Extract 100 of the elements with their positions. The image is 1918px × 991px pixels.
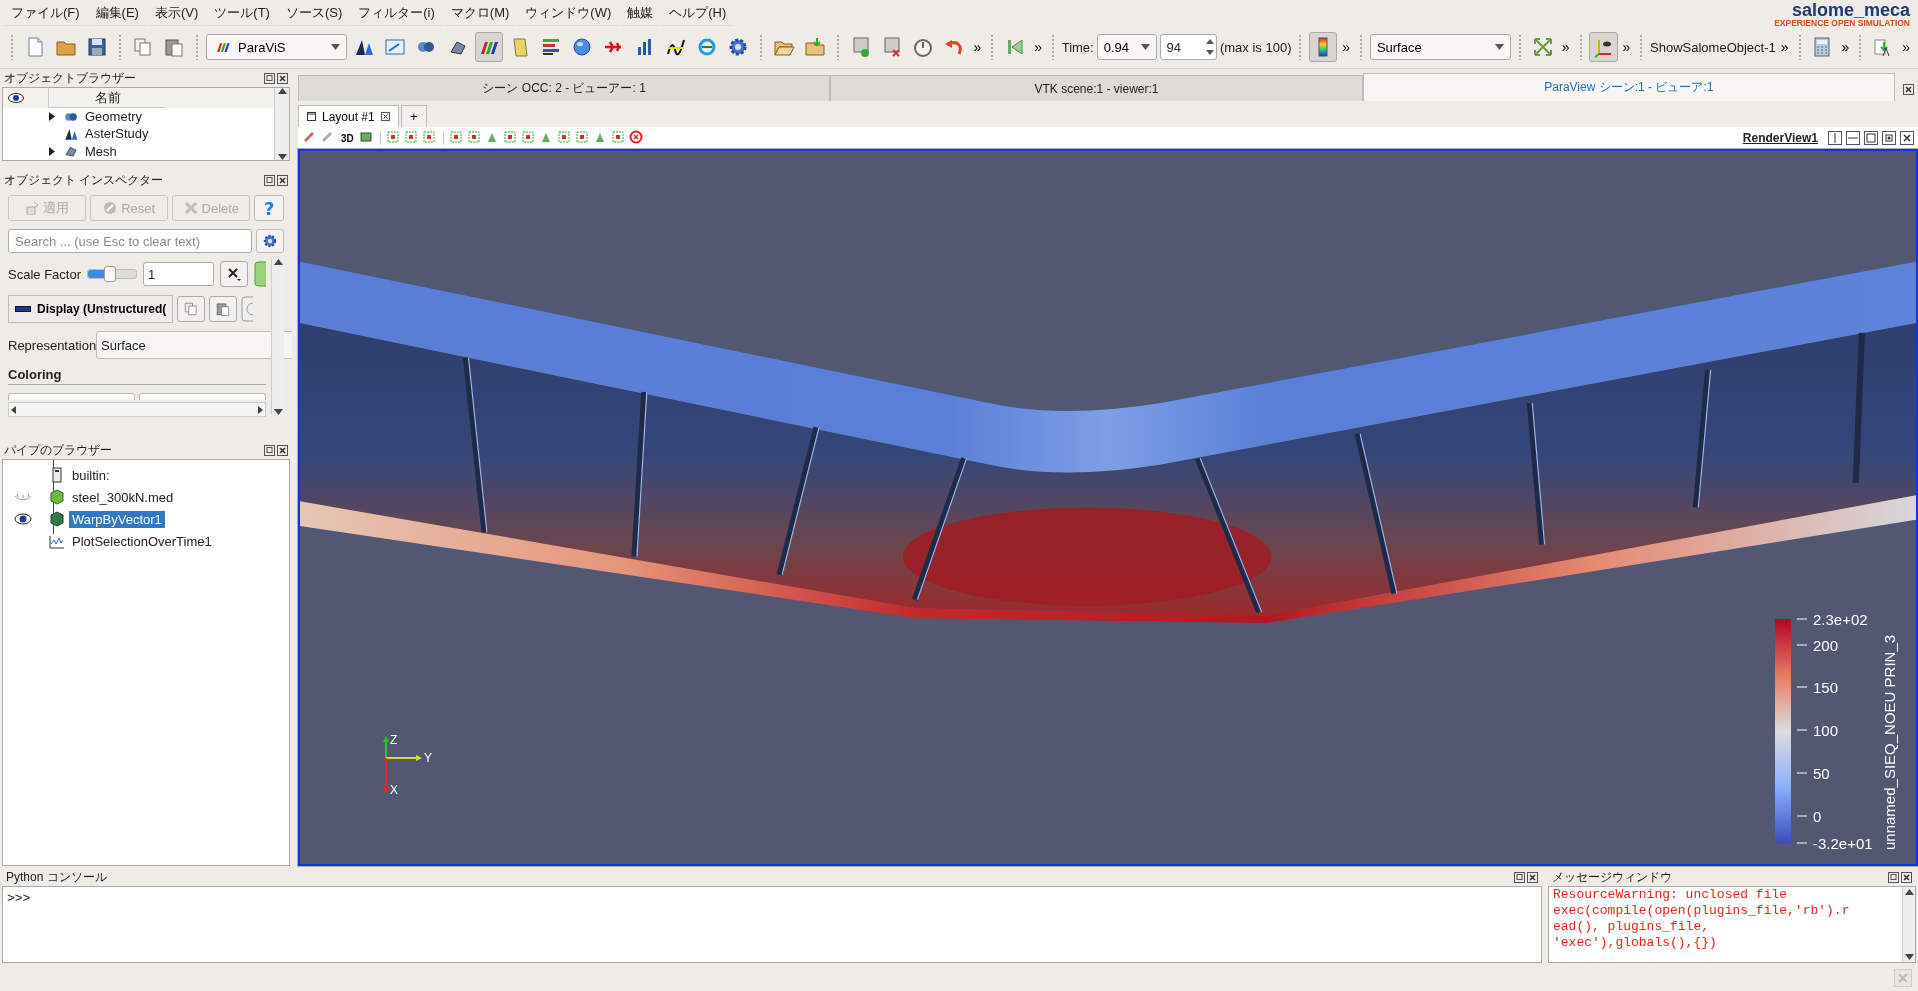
layout-tab[interactable]: Layout #1 <box>298 105 399 127</box>
selection-icon[interactable] <box>556 130 573 146</box>
selection-icon[interactable] <box>610 130 627 146</box>
scale-title: unnamed_SIEQ_NOEU PRIN_3 <box>1881 633 1898 850</box>
close-icon[interactable] <box>277 174 288 186</box>
overflow-button[interactable]: » <box>971 39 984 55</box>
restore-icon[interactable] <box>1882 131 1896 145</box>
close-icon[interactable] <box>1900 131 1914 145</box>
selection-icon[interactable] <box>448 130 465 146</box>
overflow-button[interactable]: » <box>1778 39 1791 55</box>
menu-item[interactable]: 表示(V) <box>147 0 206 26</box>
paste-icon[interactable] <box>209 296 238 322</box>
overflow-button[interactable]: » <box>1559 39 1572 55</box>
add-tab-button[interactable]: + <box>400 105 427 127</box>
spin-box[interactable]: 94 <box>1160 34 1217 60</box>
logo-text: salome_meca <box>1791 0 1910 19</box>
overflow-button[interactable]: » <box>1340 39 1353 55</box>
rainbow-icon[interactable] <box>474 32 503 62</box>
scale-label: 50 <box>1813 764 1830 782</box>
selection-icon[interactable] <box>403 130 420 146</box>
close-icon[interactable] <box>1903 84 1914 95</box>
value-field[interactable]: 1 <box>142 262 214 286</box>
pipeline-item[interactable]: WarpByVector1 <box>69 510 165 528</box>
message-line: exec(compile(open(plugins_file,'rb').r <box>1553 903 1851 919</box>
menu-item[interactable]: フィルター(i) <box>351 0 442 26</box>
split-horizontal-icon[interactable] <box>1828 131 1842 145</box>
eye-icon[interactable] <box>14 513 32 525</box>
settings-button[interactable] <box>256 229 284 253</box>
console-area[interactable]: >>> <box>2 886 1542 963</box>
scroll-up-icon[interactable] <box>277 88 287 94</box>
menu-item[interactable]: ウィンドウ(W) <box>518 0 619 26</box>
selection-icon[interactable] <box>466 130 483 146</box>
server-icon <box>49 467 65 483</box>
dropdown[interactable]: 0.94 <box>1096 34 1158 60</box>
selection-icon[interactable] <box>421 130 438 146</box>
dropdown[interactable]: Surface <box>1369 34 1511 60</box>
overflow-button[interactable]: » <box>1032 39 1044 55</box>
close-icon[interactable] <box>277 444 288 456</box>
tree-item[interactable]: Geometry <box>3 108 274 126</box>
pipeline-item[interactable]: steel_300kN.med <box>69 488 177 506</box>
menu-item[interactable]: 編集(E) <box>88 0 146 26</box>
close-icon[interactable] <box>1901 871 1912 883</box>
viewer-tab[interactable]: VTK scene:1 - viewer:1 <box>830 75 1363 101</box>
axes-icon[interactable] <box>1589 32 1618 62</box>
maximize-icon[interactable] <box>1864 131 1878 145</box>
menu-item[interactable]: マクロ(M) <box>443 0 517 26</box>
help-button[interactable]: ? <box>254 195 284 221</box>
dropdown[interactable]: Surface <box>96 331 292 359</box>
viewer-tab[interactable]: シーン OCC: 2 - ビューアー: 1 <box>298 75 831 101</box>
eye-icon <box>8 93 24 103</box>
expand-arrow-icon[interactable] <box>49 112 55 122</box>
overflow-button[interactable]: » <box>1839 39 1852 55</box>
selection-icon[interactable] <box>385 130 402 146</box>
scroll-up-icon[interactable] <box>273 259 283 265</box>
pipeline-item[interactable]: builtin: <box>69 466 113 484</box>
scroll-left-icon[interactable] <box>9 404 19 415</box>
float-icon[interactable] <box>264 444 275 456</box>
toggle-button-icon[interactable] <box>254 261 266 287</box>
tree-item[interactable]: AsterStudy <box>3 125 274 143</box>
overflow-button[interactable]: » <box>1900 39 1912 55</box>
menu-item[interactable]: ヘルプ(H) <box>662 0 734 26</box>
selection-icon[interactable] <box>520 130 537 146</box>
menu-item[interactable]: ツール(T) <box>207 0 277 26</box>
close-icon[interactable] <box>277 72 288 84</box>
panel-title: オブジェクト インスペクター <box>4 171 164 189</box>
close-icon[interactable] <box>1527 871 1538 883</box>
display-icon <box>15 306 31 312</box>
menu-item[interactable]: ソース(S) <box>278 0 350 26</box>
float-icon[interactable] <box>1514 871 1525 883</box>
line-plot-icon <box>49 533 65 549</box>
dropdown[interactable]: ParaViS <box>206 34 348 60</box>
window-icon <box>307 112 316 121</box>
eye-closed-icon[interactable] <box>14 491 32 503</box>
split-vertical-icon[interactable] <box>1846 131 1860 145</box>
slider[interactable] <box>87 269 137 279</box>
scroll-down-icon[interactable] <box>273 409 283 415</box>
viewer-tab[interactable]: ParaView シーン:1 - ビューア:1 <box>1362 73 1895 101</box>
overflow-button[interactable]: » <box>1620 39 1633 55</box>
tree-item[interactable]: Mesh <box>3 142 274 160</box>
stop-icon[interactable] <box>628 130 645 146</box>
menu-item[interactable]: 触媒 <box>620 0 661 26</box>
clear-button[interactable] <box>220 261 248 287</box>
display-button[interactable]: Display (Unstructured( <box>8 295 174 323</box>
pipeline-item[interactable]: PlotSelectionOverTime1 <box>69 532 215 550</box>
search-field[interactable]: Search ... (use Esc to clear text) <box>8 229 252 253</box>
cube-icon <box>49 511 65 527</box>
mode-toggle[interactable]: 3D <box>341 132 354 144</box>
expand-arrow-icon[interactable] <box>49 146 55 156</box>
float-icon[interactable] <box>1888 871 1899 883</box>
scroll-right-icon[interactable] <box>255 404 265 415</box>
scroll-down-icon[interactable] <box>277 154 287 160</box>
gear-icon <box>262 233 278 249</box>
float-icon[interactable] <box>264 174 275 186</box>
float-icon[interactable] <box>264 72 275 84</box>
color-bar-icon[interactable] <box>1309 32 1338 62</box>
selection-icon[interactable] <box>502 130 519 146</box>
selection-icon[interactable] <box>574 130 591 146</box>
scroll-up-icon[interactable] <box>1904 889 1914 895</box>
menu-item[interactable]: ファイル(F) <box>4 0 87 26</box>
scroll-down-icon[interactable] <box>1904 954 1914 960</box>
